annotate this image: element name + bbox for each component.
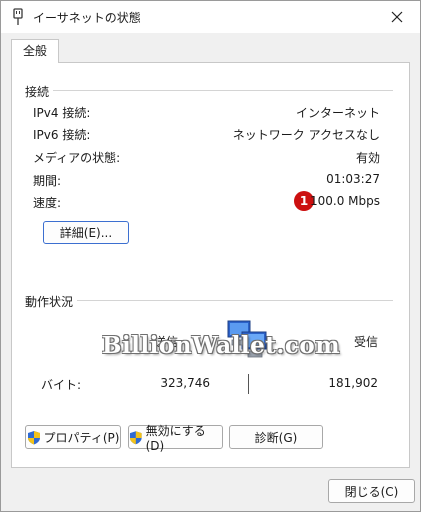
ethernet-plug-icon xyxy=(13,8,23,25)
disable-button-label: 無効にする(D) xyxy=(145,423,206,453)
tab-panel-general xyxy=(11,62,410,468)
close-button[interactable]: 閉じる(C) xyxy=(328,479,415,503)
uac-shield-icon xyxy=(27,430,40,444)
tab-general[interactable]: 全般 xyxy=(11,39,59,63)
ipv6-value: ネットワーク アクセスなし xyxy=(232,128,380,142)
media-state-label: メディアの状態: xyxy=(33,151,121,165)
properties-button-label: プロパティ(P) xyxy=(43,430,120,445)
connection-group-divider xyxy=(53,90,393,91)
network-status-dialog: イーサネットの状態 全般 接続 IPv4 接続: インターネット IPv6 接続… xyxy=(0,0,421,512)
received-label: 受信 xyxy=(353,335,378,349)
bytes-divider xyxy=(248,374,249,394)
ipv4-label: IPv4 接続: xyxy=(33,106,91,120)
title-bar: イーサネットの状態 xyxy=(1,1,420,33)
close-window-button[interactable] xyxy=(374,1,420,33)
close-icon xyxy=(391,11,403,23)
bytes-sent-value: 323,746 xyxy=(160,376,210,390)
activity-group-heading: 動作状況 xyxy=(25,295,74,309)
diagnose-button[interactable]: 診断(G) xyxy=(229,425,323,449)
watermark-text: BillionWallet.com xyxy=(102,332,341,359)
activity-group-divider xyxy=(77,300,393,301)
duration-label: 期間: xyxy=(33,174,62,188)
details-button[interactable]: 詳細(E)... xyxy=(43,221,129,244)
media-state-value: 有効 xyxy=(355,151,380,165)
disable-button[interactable]: 無効にする(D) xyxy=(128,424,223,453)
bytes-label: バイト: xyxy=(41,378,82,392)
connection-group-heading: 接続 xyxy=(25,85,50,99)
speed-label: 速度: xyxy=(33,196,62,210)
window-title: イーサネットの状態 xyxy=(33,11,141,25)
bytes-received-value: 181,902 xyxy=(328,376,378,390)
speed-value: 100.0 Mbps xyxy=(309,194,380,208)
duration-value: 01:03:27 xyxy=(326,172,380,186)
properties-button[interactable]: プロパティ(P) xyxy=(25,425,121,449)
ipv6-label: IPv6 接続: xyxy=(33,128,91,142)
uac-shield-icon xyxy=(129,430,142,444)
ipv4-value: インターネット xyxy=(295,106,380,120)
